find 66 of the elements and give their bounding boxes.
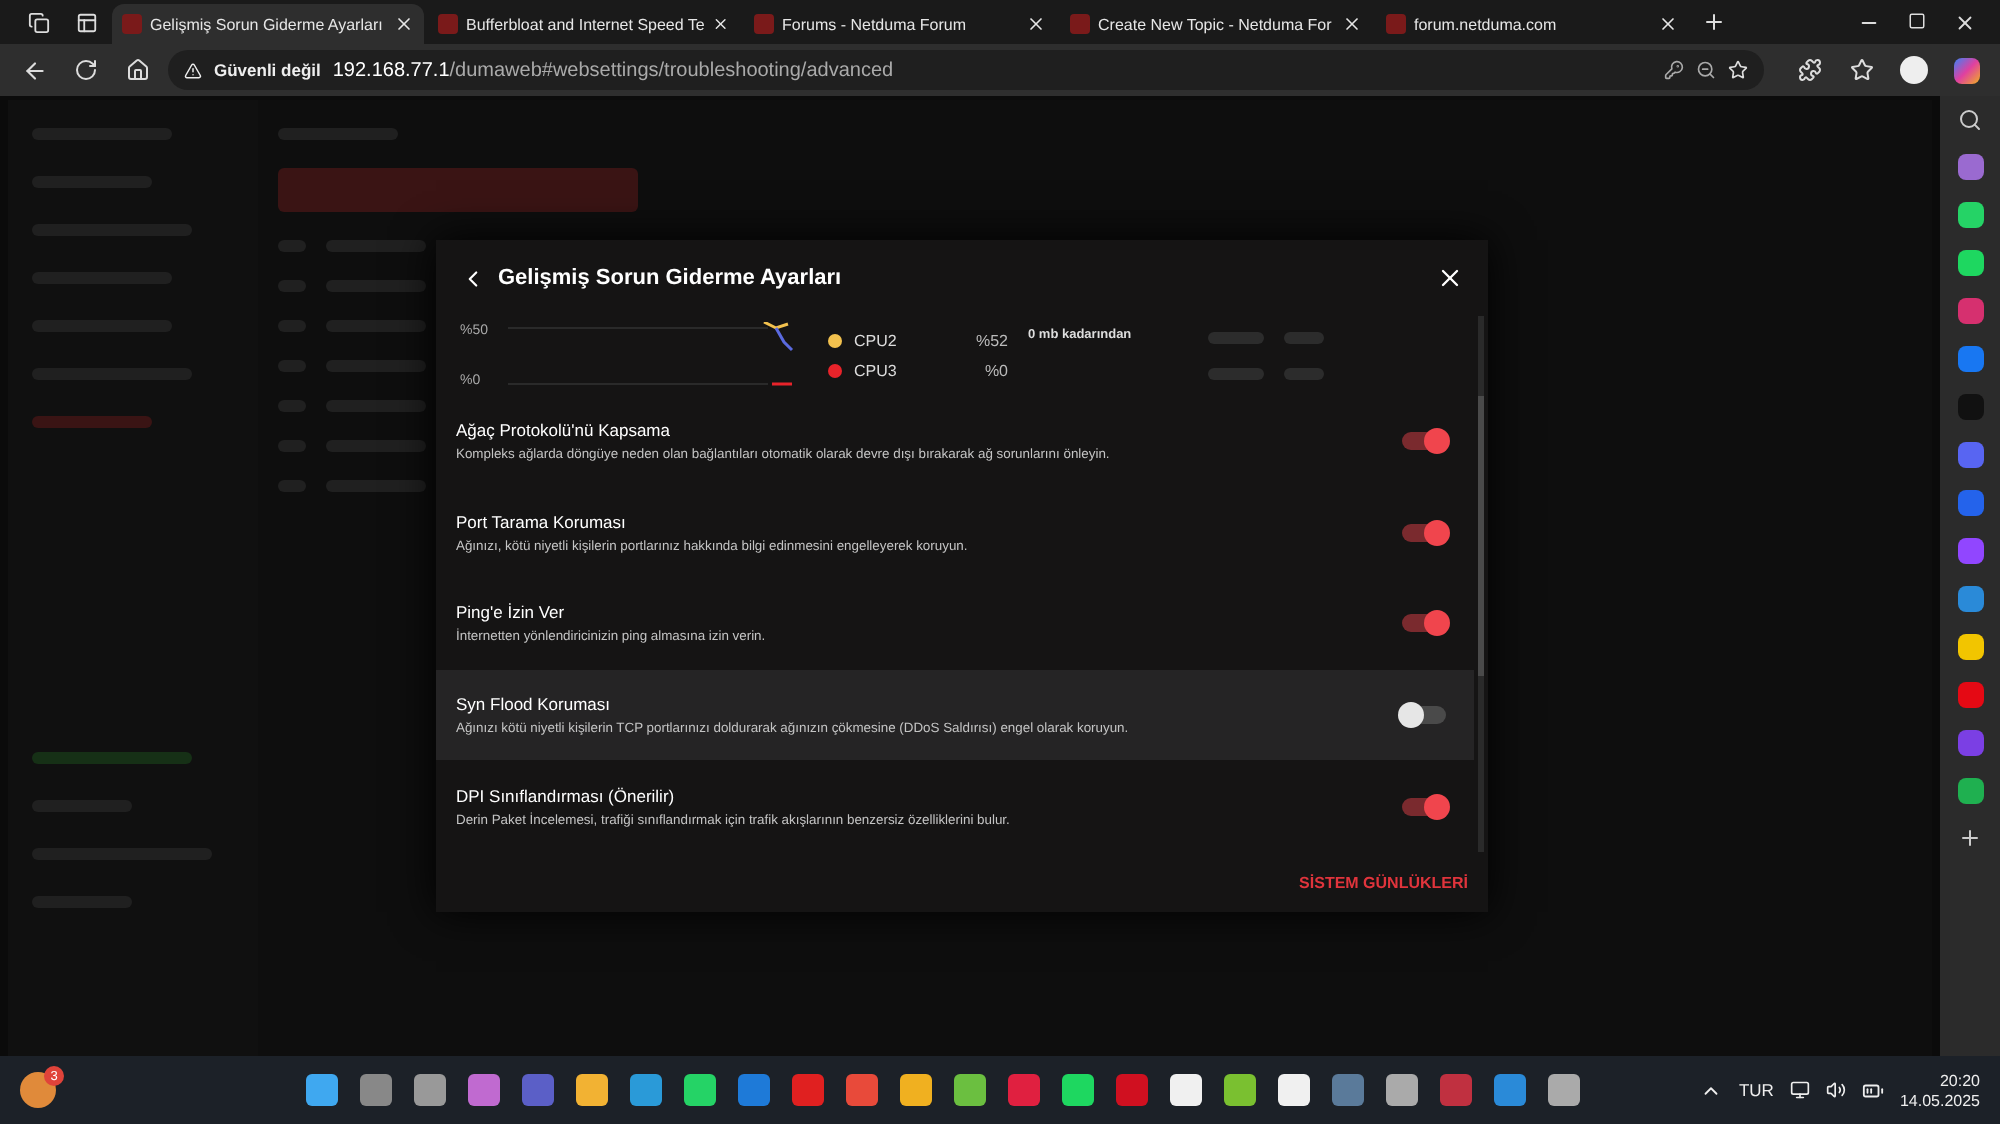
close-icon [712, 14, 730, 34]
taskbar-app-icon[interactable] [1385, 1074, 1418, 1106]
taskbar-app-icon[interactable] [1277, 1074, 1310, 1106]
network-icon[interactable] [1789, 1080, 1810, 1100]
search-icon[interactable] [1958, 108, 1982, 132]
close-icon [394, 14, 414, 34]
browser-tab[interactable]: Bufferbloat and Internet Speed Te [428, 4, 740, 44]
favicon [438, 14, 458, 34]
sidebar-app-icon[interactable] [1957, 778, 1983, 804]
legend-value: %52 [975, 331, 1008, 350]
sidebar-app-icon[interactable] [1957, 250, 1983, 276]
favicon [754, 14, 774, 34]
maximize-icon[interactable] [1908, 11, 1926, 29]
sidebar-app-icon[interactable] [1957, 202, 1983, 228]
setting-title: Port Tarama Koruması [456, 511, 628, 532]
setting-title: Ping'e İzin Ver [456, 602, 567, 623]
legend-label: CPU3 [854, 361, 897, 380]
taskbar-app-icon[interactable] [575, 1074, 608, 1106]
dialog-title: Gelişmiş Sorun Giderme Ayarları [498, 266, 844, 290]
setting-title: DPI Sınıflandırması (Önerilir) [456, 785, 677, 806]
zoom-out-icon [1696, 60, 1716, 80]
clock[interactable]: 20:20 14.05.2025 [1899, 1071, 1980, 1109]
taskbar-app-icon[interactable] [1169, 1074, 1202, 1106]
toggle-switch[interactable] [1402, 523, 1446, 542]
toggle-switch[interactable] [1402, 706, 1446, 724]
system-logs-link[interactable]: SİSTEM GÜNLÜKLERİ [1299, 873, 1468, 891]
close-icon[interactable] [1436, 264, 1464, 292]
close-icon [1026, 14, 1046, 34]
favicon [122, 14, 142, 34]
taskbar-app-icon[interactable] [1547, 1074, 1580, 1106]
sidebar-app-icon[interactable] [1957, 586, 1983, 612]
browser-tab[interactable]: Gelişmiş Sorun Giderme Ayarları [112, 4, 424, 44]
favicon [1386, 14, 1406, 34]
setting-title: Syn Flood Koruması [456, 694, 613, 714]
toggle-switch[interactable] [1402, 614, 1446, 633]
taskbar-app-icon[interactable] [305, 1074, 338, 1106]
sidebar-app-icon[interactable] [1957, 154, 1983, 180]
warning-icon [184, 61, 202, 79]
browser-tab[interactable]: Create New Topic - Netduma For [1060, 4, 1372, 44]
language-indicator[interactable]: TUR [1738, 1080, 1774, 1100]
legend-value: %0 [984, 361, 1008, 380]
legend-label: CPU2 [854, 331, 897, 350]
taskbar-app-icon[interactable] [899, 1074, 932, 1106]
star-icon [1728, 60, 1748, 80]
key-icon [1664, 60, 1684, 80]
battery-icon[interactable] [1861, 1079, 1884, 1101]
taskbar-app-icon[interactable] [1223, 1074, 1256, 1106]
address-bar[interactable]: Güvenli değil 192.168.77.1/dumaweb#websettings/troubleshooting/advanced [168, 50, 1764, 90]
close-icon[interactable] [1954, 11, 1976, 33]
favicon [1070, 14, 1090, 34]
close-icon [1342, 14, 1362, 34]
taskbar-app-icon[interactable] [683, 1074, 716, 1106]
taskbar-app-icon[interactable] [413, 1074, 446, 1106]
setting-title: Ağaç Protokolü'nü Kapsama [456, 420, 672, 441]
browser-tab[interactable]: Forums - Netduma Forum [744, 4, 1056, 44]
security-warning[interactable]: Güvenli değil [214, 60, 321, 80]
volume-icon[interactable] [1825, 1080, 1846, 1100]
close-icon [1658, 14, 1678, 34]
toggle-switch[interactable] [1402, 432, 1446, 451]
browser-tab[interactable]: forum.netduma.com [1376, 4, 1688, 44]
loading-placeholder [1207, 331, 1324, 380]
taskbar-app-icon[interactable] [953, 1074, 986, 1106]
taskbar-app-icon[interactable] [1061, 1074, 1094, 1106]
toggle-switch[interactable] [1402, 797, 1446, 816]
sidebar-app-icon[interactable] [1957, 634, 1983, 660]
add-icon[interactable] [1958, 826, 1982, 850]
